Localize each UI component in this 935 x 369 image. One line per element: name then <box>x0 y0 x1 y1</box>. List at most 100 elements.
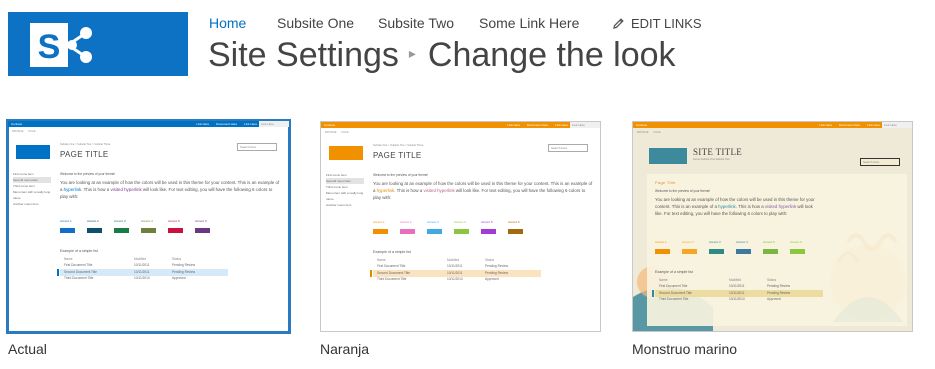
svg-text:S: S <box>38 28 61 66</box>
preview-breadcrumb: Subsite One > Subsite Two > Subsite Thre… <box>60 143 111 146</box>
preview-left-nav: First menu item Second menu item Third men… <box>13 171 51 207</box>
theme-label-actual[interactable]: Actual <box>8 341 47 357</box>
theme-tile-naranja[interactable]: Contoso Link Here Document Here Link Here Li… <box>320 121 601 332</box>
preview-site-title: SITE TITLE <box>693 147 743 157</box>
preview-sharebox: Link Here <box>570 122 600 128</box>
preview-accent-swatch <box>709 249 724 254</box>
preview-accent-label: Accent 2 <box>400 220 412 224</box>
theme-preview: Contoso Link Here Document Here Link Here Li… <box>633 122 912 331</box>
theme-label-naranja[interactable]: Naranja <box>320 341 369 357</box>
preview-accent-swatch <box>736 249 751 254</box>
preview-accent-label: Accent 3 <box>114 219 126 223</box>
preview-list-cell: Pending Review <box>767 290 791 295</box>
preview-accent-swatch <box>790 249 805 254</box>
preview-list-cell: 10/11/2011 <box>729 284 745 289</box>
preview-ribbon-tab: PAGE <box>341 131 349 134</box>
preview-list-cell: Pending Review <box>172 269 196 274</box>
preview-left-nav-item: Menu item with a really long name <box>326 191 364 201</box>
preview-list-cell: Third Document Title <box>377 277 407 282</box>
preview-list-cell: First Document Title <box>64 263 93 268</box>
preview-ribbon-tab: PAGE <box>28 130 36 133</box>
preview-list-cell: 10/11/2010 <box>447 277 463 282</box>
preview-left-nav: First menu item Second menu item Third men… <box>326 172 364 208</box>
preview-logo <box>329 146 363 160</box>
preview-body-text: Welcome to the preview of your theme! You… <box>60 171 280 200</box>
nav-subsite-two[interactable]: Subsite Two <box>378 15 454 31</box>
preview-suite-link: Link Here <box>507 123 521 127</box>
preview-page-title: PAGE TITLE <box>60 150 109 159</box>
preview-body-text: Welcome to the preview of your theme! You… <box>373 172 593 201</box>
preview-ribbon: BROWSE PAGE <box>12 130 41 133</box>
preview-accent-swatch <box>114 228 129 233</box>
preview-row-marker <box>652 290 654 297</box>
preview-suite-link: Document Here <box>216 122 238 126</box>
breadcrumb-current: Change the look <box>427 36 676 74</box>
preview-list-cell: Pending Review <box>172 263 196 268</box>
preview-accent-label: Accent 6 <box>508 220 520 224</box>
theme-tile-actual[interactable]: Contoso Link Here Document Here Link Here Li… <box>6 119 291 334</box>
preview-list-cell: Second Document Title <box>64 269 97 274</box>
preview-list-cell: 10/11/2010 <box>729 297 745 302</box>
preview-list-cell: First Document Title <box>377 264 406 269</box>
preview-accent-label: Accent 3 <box>427 220 439 224</box>
preview-list-cell: Pending Review <box>767 284 791 289</box>
page-title: Site Settings ▸ Change the look <box>208 36 676 75</box>
preview-list-header-cell: Name <box>659 277 668 282</box>
preview-list-caption: Example of a simple list <box>373 250 411 254</box>
preview-accent-swatch <box>168 228 183 233</box>
theme-label-monstruo-marino[interactable]: Monstruo marino <box>632 341 737 357</box>
preview-list-row: Third Document Title 10/11/2010 Approved <box>373 277 541 284</box>
sharepoint-logo[interactable]: S <box>8 12 188 76</box>
preview-list-cell: Second Document Title <box>377 270 410 275</box>
nav-subsite-one[interactable]: Subsite One <box>277 15 354 31</box>
preview-left-nav-item: Menu item with a really long name <box>13 190 51 200</box>
preview-accent-swatch <box>195 228 210 233</box>
preview-accent-label: Accent 4 <box>454 220 466 224</box>
preview-accent-swatch <box>508 229 523 234</box>
preview-visited-link: visited hyperlink <box>423 188 455 193</box>
preview-list-header-cell: Status <box>767 277 777 282</box>
preview-accent-label: Accent 5 <box>481 220 493 224</box>
preview-search-box: Search here <box>548 144 588 152</box>
preview-accent-label: Accent 1 <box>60 219 72 223</box>
preview-accent-swatch <box>373 229 388 234</box>
theme-tile-monstruo-marino[interactable]: Contoso Link Here Document Here Link Here Li… <box>632 121 913 332</box>
preview-visited-link: visited hyperlink <box>764 204 797 209</box>
preview-accent-swatch <box>400 229 415 234</box>
edit-links-button[interactable]: EDIT LINKS <box>612 16 702 31</box>
preview-sharebox: Link Here <box>882 122 912 128</box>
preview-ribbon-tab: BROWSE <box>637 131 649 134</box>
preview-suite-link: Link Here <box>196 122 210 126</box>
preview-accent-swatch <box>60 228 75 233</box>
preview-suite-link: Link Here <box>867 123 880 127</box>
preview-paragraph: You are looking at an example of how the… <box>373 181 593 200</box>
theme-preview: Contoso Link Here Document Here Link Here Li… <box>8 121 289 332</box>
preview-welcome: Welcome to the preview of your theme! <box>655 189 711 193</box>
preview-list-cell: Approved <box>172 276 186 281</box>
nav-some-link-here[interactable]: Some Link Here <box>479 15 579 31</box>
preview-accent-label: Accent 1 <box>655 240 667 244</box>
preview-list-caption: Example of a simple list <box>60 249 98 253</box>
preview-logo <box>649 148 687 164</box>
preview-list-cell: Third Document Title <box>64 276 94 281</box>
preview-accent-swatch <box>427 229 442 234</box>
preview-list-cell: Pending Review <box>485 270 509 275</box>
preview-sharebox: Link Here <box>259 121 289 127</box>
preview-list-header-cell: Modified <box>729 277 742 282</box>
preview-suite-link: Link Here <box>555 123 568 127</box>
preview-suite-bar: Contoso Link Here Document Here Link Here Li… <box>633 122 912 128</box>
preview-hyperlink: hyperlink <box>718 204 736 209</box>
preview-suite-bar: Contoso Link Here Document Here Link Here Li… <box>321 122 600 128</box>
preview-breadcrumb: Subsite One > Subsite Two > Subsite Thre… <box>373 144 424 147</box>
preview-simple-list: Example of a simple list Name Modified Stat… <box>57 249 228 282</box>
preview-list-caption: Example of a simple list <box>655 270 693 274</box>
sharepoint-s-icon: S <box>30 23 92 67</box>
preview-hyperlink: hyperlink <box>376 188 395 193</box>
preview-left-nav-item: Another menu item <box>13 202 39 206</box>
breadcrumb-site-settings[interactable]: Site Settings <box>208 36 399 74</box>
preview-left-nav-item: Another menu item <box>326 203 352 207</box>
nav-home[interactable]: Home <box>209 15 246 31</box>
preview-search-box: Search here <box>237 143 277 151</box>
preview-page-title: PAGE TITLE <box>373 151 422 160</box>
preview-list-cell: 10/11/2011 <box>729 290 745 295</box>
